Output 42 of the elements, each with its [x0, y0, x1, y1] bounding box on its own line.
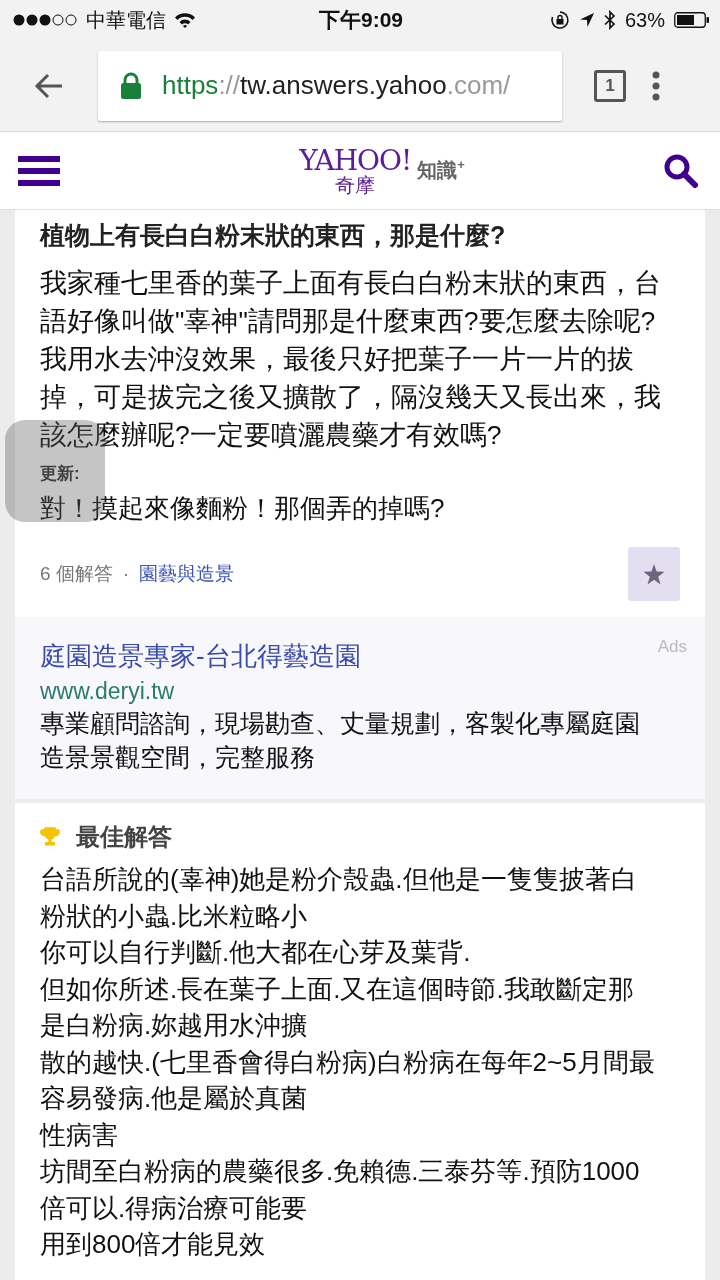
- update-text: 對！摸起來像麵粉！那個弄的掉嗎?: [40, 492, 446, 525]
- bluetooth-icon: [603, 10, 616, 30]
- carrier-name: 中華電信: [86, 7, 166, 33]
- trophy-icon: [40, 827, 60, 847]
- answer-text: 用到800倍才能見效: [40, 1228, 267, 1261]
- ad-url: www.deryi.tw: [40, 677, 176, 706]
- answer-count: 6 個解答: [40, 562, 113, 586]
- back-arrow-icon[interactable]: [34, 72, 64, 99]
- rotation-lock-icon: [549, 10, 570, 30]
- ads-label: Ads: [657, 637, 687, 657]
- battery-percentage: 63%: [624, 8, 665, 32]
- section-name: 知識$^{+}$: [417, 156, 465, 183]
- wifi-icon: [174, 12, 196, 28]
- answer-text: 你可以自行判斷.他大都在心芽及葉背.: [40, 936, 472, 969]
- ad-description: 專業顧問諮詢，現場勘查、丈量規劃，客製化專屬庭園造景景觀空間，完整服務: [40, 709, 641, 773]
- best-answer-label: 最佳解答: [76, 822, 172, 852]
- answer-text: 散的越快.(七里香會得白粉病)白粉病在每年2~5月間最容易發病.他是屬於真菌: [40, 1045, 656, 1115]
- favorite-button[interactable]: [628, 547, 680, 601]
- answer-text: 台語所說的(辜神)她是粉介殼蟲.但他是一隻隻披著白粉狀的小蟲.比米粒略小: [40, 863, 638, 933]
- search-icon[interactable]: [664, 153, 698, 188]
- status-time: 下午9:09: [319, 7, 403, 33]
- question-title: 植物上有長白白粉末狀的東西，那是什麼?: [40, 220, 507, 251]
- yahoo-logo[interactable]: YAHOO!: [299, 146, 412, 175]
- answer-text: 性病害: [40, 1118, 119, 1152]
- address-bar[interactable]: https://tw.answers.yahoo.com/: [98, 50, 562, 121]
- ad-title-link[interactable]: 庭園造景專家-台北得藝造園: [40, 637, 361, 675]
- logo-subtitle: 奇摩: [335, 174, 376, 195]
- menu-icon[interactable]: [18, 155, 60, 186]
- overflow-menu-icon[interactable]: [652, 70, 660, 101]
- answer-text: 坊間至白粉病的農藥很多.免賴德.三泰芬等.預防1000倍可以.得病治療可能要: [40, 1155, 641, 1225]
- lock-icon: [120, 71, 142, 100]
- star-icon: [643, 563, 665, 585]
- location-arrow-icon: [578, 12, 595, 28]
- url-text: https://tw.answers.yahoo.com/: [162, 70, 511, 101]
- question-body: 我家種七里香的葉子上面有長白白粉末狀的東西，台語好像叫做"辜神"請問那是什麼東西?要怎麼去除呢?我用水去沖沒效果，最後只好把葉子一片一片的拔掉，可是拔完之後又擴散了，隔沒幾天又長出來，我該怎麼辦呢?一定要噴灑農藥才有效嗎?: [40, 267, 662, 452]
- update-label: 更新:: [40, 463, 81, 485]
- category-link[interactable]: 園藝與造景: [139, 561, 235, 587]
- signal-icon: [12, 13, 78, 27]
- battery-icon: [674, 12, 710, 28]
- separator-dot: ·: [122, 563, 130, 585]
- answer-text: 但如你所述.長在葉子上面.又在這個時節.我敢斷定那是白粉病.妳越用水沖擴: [40, 972, 635, 1042]
- tab-count-button[interactable]: 1: [594, 69, 626, 102]
